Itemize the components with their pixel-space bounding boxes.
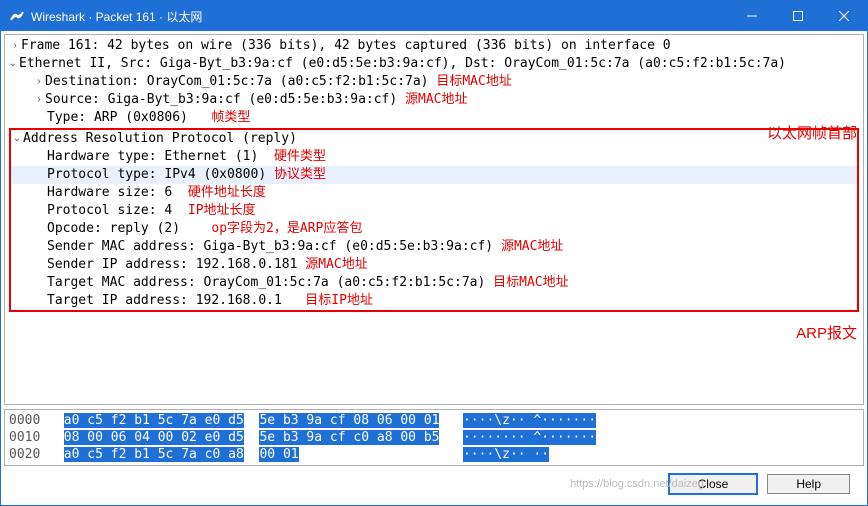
hex-row[interactable]: 0000 a0 c5 f2 b1 5c 7a e0 d5 5e b3 9a cf… bbox=[9, 412, 859, 429]
arp-sip-note: 源MAC地址 bbox=[305, 256, 367, 274]
frame-text: Frame 161: 42 bytes on wire (336 bits), … bbox=[21, 37, 671, 55]
eth-type-row[interactable]: Type: ARP (0x0806) 帧类型 bbox=[5, 109, 863, 127]
expand-icon[interactable]: › bbox=[33, 91, 45, 109]
arp-section-label: ARP报文 bbox=[796, 325, 857, 343]
arp-prottype-note: 协议类型 bbox=[274, 166, 326, 184]
eth-dst-row[interactable]: › Destination: OrayCom_01:5c:7a (a0:c5:f… bbox=[5, 73, 863, 91]
arp-hwtype-note: 硬件类型 bbox=[274, 148, 326, 166]
arp-hwsize-row[interactable]: Hardware size: 6 硬件地址长度 bbox=[11, 184, 857, 202]
arp-tip-note: 目标IP地址 bbox=[305, 292, 373, 310]
arp-section-box: ⌄ Address Resolution Protocol (reply) Ha… bbox=[9, 128, 859, 312]
window-title: Wireshark · Packet 161 · 以太网 bbox=[31, 8, 729, 25]
content-area: › Frame 161: 42 bytes on wire (336 bits)… bbox=[1, 31, 867, 505]
arp-prottype-text: Protocol type: IPv4 (0x0800) bbox=[47, 166, 266, 184]
close-window-button[interactable] bbox=[821, 1, 867, 31]
arp-protsize-text: Protocol size: 4 bbox=[47, 202, 172, 220]
packet-bytes-pane[interactable]: 0000 a0 c5 f2 b1 5c 7a e0 d5 5e b3 9a cf… bbox=[4, 409, 864, 466]
frame-row[interactable]: › Frame 161: 42 bytes on wire (336 bits)… bbox=[5, 37, 863, 55]
packet-details-pane[interactable]: › Frame 161: 42 bytes on wire (336 bits)… bbox=[4, 34, 864, 405]
dialog-button-bar: https://blog.csdn.net/daizeg Close Help bbox=[4, 466, 864, 502]
arp-smac-row[interactable]: Sender MAC address: Giga-Byt_b3:9a:cf (e… bbox=[11, 238, 857, 256]
arp-hwsize-text: Hardware size: 6 bbox=[47, 184, 172, 202]
eth-dst-text: Destination: OrayCom_01:5c:7a (a0:c5:f2:… bbox=[45, 73, 429, 91]
minimize-button[interactable] bbox=[729, 1, 775, 31]
hex-row[interactable]: 0010 08 00 06 04 00 02 e0 d5 5e b3 9a cf… bbox=[9, 429, 859, 446]
arp-sip-text: Sender IP address: 192.168.0.181 bbox=[47, 256, 297, 274]
eth-section-label: 以太网帧首部 bbox=[767, 125, 857, 143]
help-button[interactable]: Help bbox=[767, 474, 850, 494]
expand-icon[interactable]: › bbox=[9, 37, 21, 55]
eth-src-note: 源MAC地址 bbox=[405, 91, 467, 109]
arp-hwsize-note: 硬件地址长度 bbox=[188, 184, 266, 202]
window-controls bbox=[729, 1, 867, 31]
eth-type-note: 帧类型 bbox=[211, 109, 250, 127]
arp-opcode-row[interactable]: Opcode: reply (2) op字段为2，是ARP应答包 bbox=[11, 220, 857, 238]
arp-prottype-row[interactable]: Protocol type: IPv4 (0x0800) 协议类型 bbox=[11, 166, 857, 184]
arp-tmac-text: Target MAC address: OrayCom_01:5c:7a (a0… bbox=[47, 274, 485, 292]
expand-icon[interactable]: › bbox=[33, 73, 45, 91]
eth-header-text: Ethernet II, Src: Giga-Byt_b3:9a:cf (e0:… bbox=[19, 55, 786, 73]
arp-tmac-row[interactable]: Target MAC address: OrayCom_01:5c:7a (a0… bbox=[11, 274, 857, 292]
close-button[interactable]: Close bbox=[669, 474, 758, 494]
arp-tip-row[interactable]: Target IP address: 192.168.0.1 目标IP地址 bbox=[11, 292, 857, 310]
arp-opcode-text: Opcode: reply (2) bbox=[47, 220, 180, 238]
eth-src-row[interactable]: › Source: Giga-Byt_b3:9a:cf (e0:d5:5e:b3… bbox=[5, 91, 863, 109]
arp-header-text: Address Resolution Protocol (reply) bbox=[23, 130, 297, 148]
arp-tmac-note: 目标MAC地址 bbox=[493, 274, 568, 292]
wireshark-icon bbox=[9, 8, 25, 24]
eth-type-text: Type: ARP (0x0806) bbox=[47, 109, 188, 127]
collapse-icon[interactable]: ⌄ bbox=[7, 55, 19, 73]
arp-smac-text: Sender MAC address: Giga-Byt_b3:9a:cf (e… bbox=[47, 238, 493, 256]
arp-protsize-note: IP地址长度 bbox=[188, 202, 256, 220]
arp-smac-note: 源MAC地址 bbox=[501, 238, 563, 256]
arp-opcode-note: op字段为2，是ARP应答包 bbox=[211, 220, 362, 238]
app-window: Wireshark · Packet 161 · 以太网 › Frame 161… bbox=[0, 0, 868, 506]
collapse-icon[interactable]: ⌄ bbox=[11, 130, 23, 148]
eth-src-text: Source: Giga-Byt_b3:9a:cf (e0:d5:5e:b3:9… bbox=[45, 91, 397, 109]
arp-protsize-row[interactable]: Protocol size: 4 IP地址长度 bbox=[11, 202, 857, 220]
arp-tip-text: Target IP address: 192.168.0.1 bbox=[47, 292, 282, 310]
hex-row[interactable]: 0020 a0 c5 f2 b1 5c 7a c0 a8 00 01 ····\… bbox=[9, 446, 859, 463]
arp-hwtype-row[interactable]: Hardware type: Ethernet (1) 硬件类型 bbox=[11, 148, 857, 166]
arp-sip-row[interactable]: Sender IP address: 192.168.0.181 源MAC地址 bbox=[11, 256, 857, 274]
titlebar[interactable]: Wireshark · Packet 161 · 以太网 bbox=[1, 1, 867, 31]
eth-header-row[interactable]: ⌄ Ethernet II, Src: Giga-Byt_b3:9a:cf (e… bbox=[5, 55, 863, 73]
arp-hwtype-text: Hardware type: Ethernet (1) bbox=[47, 148, 258, 166]
maximize-button[interactable] bbox=[775, 1, 821, 31]
eth-dst-note: 目标MAC地址 bbox=[436, 73, 511, 91]
arp-header-row[interactable]: ⌄ Address Resolution Protocol (reply) bbox=[11, 130, 857, 148]
